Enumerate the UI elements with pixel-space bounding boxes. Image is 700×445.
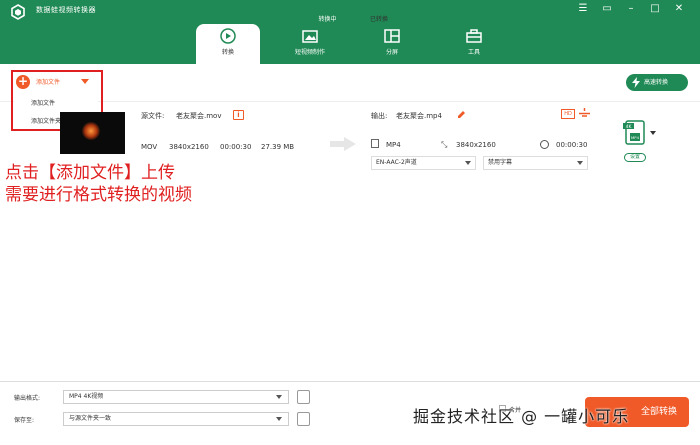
output-format: MP4 xyxy=(386,141,401,149)
save-to-label: 保存至: xyxy=(14,417,35,424)
chevron-down-icon xyxy=(276,417,282,421)
tab-short-video[interactable]: 短视频制作 xyxy=(278,24,342,64)
chat-icon[interactable]: ▭ xyxy=(598,2,616,16)
folder-icon[interactable] xyxy=(297,412,310,426)
tab-label: 转换 xyxy=(221,49,234,56)
video-make-icon xyxy=(302,30,318,43)
badge-dropdown-icon[interactable] xyxy=(650,131,656,136)
info-icon[interactable]: i xyxy=(233,110,244,120)
subtitle-select[interactable]: 禁用字幕 xyxy=(483,156,588,170)
tab-convert[interactable]: 转换 xyxy=(196,24,260,64)
output-label: 输出: xyxy=(371,112,388,120)
save-to-select[interactable]: 与源文件夹一致 xyxy=(63,412,289,426)
output-format-label: 输出格式: xyxy=(14,395,41,402)
output-filename: 老友聚会.mp4 xyxy=(396,112,442,120)
cut-icon[interactable] xyxy=(579,108,590,119)
chevron-down-icon xyxy=(465,161,471,165)
menu-icon[interactable]: ☰ xyxy=(574,2,592,16)
output-resolution: 3840x2160 xyxy=(456,141,496,149)
tab-tools[interactable]: 工具 xyxy=(442,24,506,64)
badge-top-text: 4K xyxy=(626,124,633,130)
title-bar: 数据蛙视频转换器 ☰ ▭ – □ ✕ 转换 短视频制作 分屏 工具 xyxy=(0,0,700,64)
split-screen-icon xyxy=(384,29,400,43)
format-settings-icon[interactable] xyxy=(297,390,310,404)
fast-convert-label: 高速转换 xyxy=(644,79,669,86)
watermark-text: 掘金技术社区 @ 一罐小可乐 xyxy=(413,407,630,426)
source-size: 27.39 MB xyxy=(261,143,295,151)
close-icon[interactable]: ✕ xyxy=(670,2,688,16)
chevron-down-icon xyxy=(276,395,282,399)
output-format-badge-icon[interactable]: 4K MP4 xyxy=(622,120,648,146)
source-label: 源文件: xyxy=(141,112,165,120)
toolbox-icon xyxy=(466,29,482,43)
fast-convert-button[interactable]: 高速转换 xyxy=(626,74,688,91)
audio-track-select[interactable]: EN-AAC-2声道 xyxy=(371,156,476,170)
tab-split-screen[interactable]: 分屏 xyxy=(360,24,424,64)
minimize-icon[interactable]: – xyxy=(622,2,640,16)
hd-settings-icon[interactable]: HD xyxy=(561,109,575,119)
output-format-select[interactable]: MP4 4K视频 xyxy=(63,390,289,404)
app-logo-icon xyxy=(11,4,25,20)
hint-line-2: 需要进行格式转换的视频 xyxy=(5,185,192,205)
tab-label: 短视频制作 xyxy=(294,49,325,56)
arrow-right-icon xyxy=(330,137,356,151)
app-title: 数据蛙视频转换器 xyxy=(36,6,96,14)
edit-icon[interactable] xyxy=(457,110,466,119)
audio-track-value: EN-AAC-2声道 xyxy=(376,159,417,166)
settings-button[interactable]: 设置 xyxy=(624,153,646,162)
tab-converted[interactable]: 已转换 xyxy=(370,12,410,27)
maximize-icon[interactable]: □ xyxy=(646,2,664,16)
badge-bottom-text: MP4 xyxy=(631,135,640,140)
source-filename: 老友聚会.mov xyxy=(176,112,222,120)
lightning-icon xyxy=(632,77,640,88)
output-format-value: MP4 4K视频 xyxy=(69,393,104,400)
video-format-icon xyxy=(371,139,379,148)
save-to-value: 与源文件夹一致 xyxy=(69,415,112,422)
tab-label: 分屏 xyxy=(385,49,398,56)
clock-icon xyxy=(540,140,549,149)
sub-toolbar xyxy=(0,64,700,102)
convert-icon xyxy=(220,28,236,44)
source-duration: 00:00:30 xyxy=(220,143,252,151)
chevron-down-icon xyxy=(577,161,583,165)
tab-label: 工具 xyxy=(467,49,480,56)
video-thumbnail[interactable] xyxy=(60,112,125,154)
source-format: MOV xyxy=(141,143,158,151)
subtitle-value: 禁用字幕 xyxy=(488,159,513,166)
source-resolution: 3840x2160 xyxy=(169,143,209,151)
resolution-icon: ⤡ xyxy=(441,140,448,149)
thumbnail-glow xyxy=(82,122,100,140)
tab-converting[interactable]: 转换中 xyxy=(295,12,360,27)
output-duration: 00:00:30 xyxy=(556,141,588,149)
